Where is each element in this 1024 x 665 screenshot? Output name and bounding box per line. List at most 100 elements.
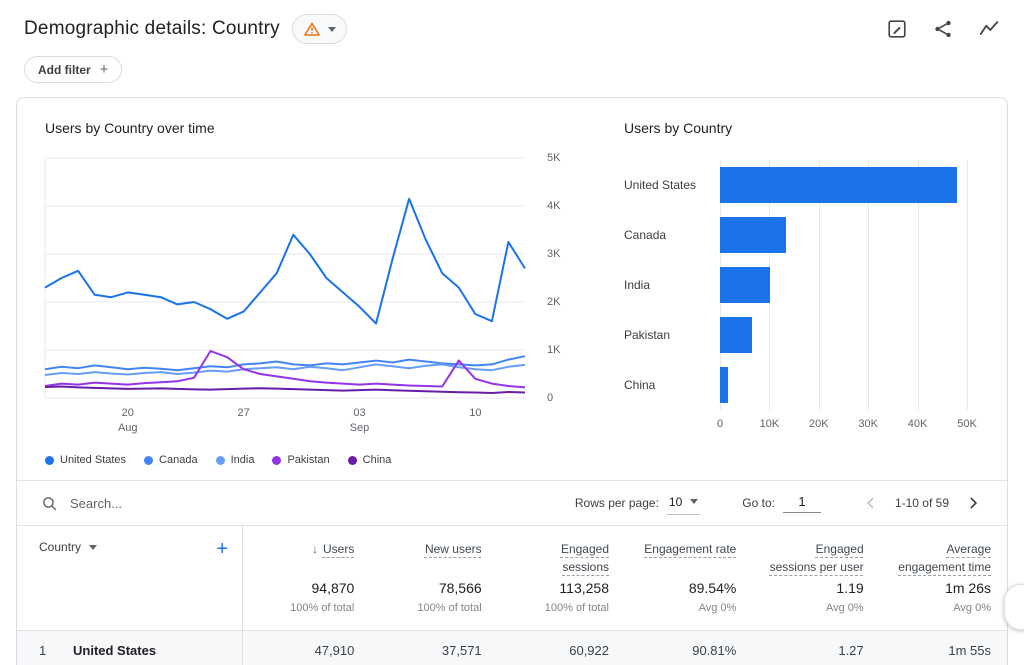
bar-china[interactable] <box>720 367 728 403</box>
add-filter-label: Add filter <box>38 63 91 77</box>
data-threshold-warning-button[interactable] <box>292 14 347 44</box>
bar-x-tick-label: 10K <box>760 418 780 430</box>
table-cell: 60,922 <box>498 643 625 658</box>
bar-pakistan[interactable] <box>720 317 752 353</box>
legend-label: Pakistan <box>287 454 329 466</box>
next-page-icon[interactable] <box>963 493 983 513</box>
search-input[interactable] <box>70 496 310 511</box>
report-header: Demographic details: Country <box>0 0 1024 44</box>
chevron-down-icon <box>690 499 698 504</box>
pagination-range: 1-10 of 59 <box>895 496 949 510</box>
add-secondary-dimension-button[interactable]: + <box>216 540 228 558</box>
y-axis-tick-label: 5K <box>547 152 560 164</box>
column-header-label: New users <box>425 542 482 556</box>
totals-subtext: 100% of total <box>386 602 481 614</box>
rows-per-page-select[interactable]: 10 <box>667 492 700 515</box>
chevron-down-icon <box>89 545 97 550</box>
report-card: Users by Country over time 5K4K3K2K1K0 2… <box>16 97 1008 665</box>
bar-category-label: Canada <box>624 228 720 242</box>
bar-x-tick-label: 40K <box>908 418 928 430</box>
search-icon <box>41 495 58 512</box>
line-chart-y-axis: 5K4K3K2K1K0 <box>533 158 577 398</box>
dimension-selector[interactable]: Country <box>39 540 97 554</box>
table-cell: 1.27 <box>752 643 879 658</box>
column-header-users[interactable]: ↓Users <box>243 526 370 576</box>
column-header-engaged-sessions[interactable]: Engaged sessions <box>498 526 625 576</box>
totals-value: 89.54% <box>641 580 736 596</box>
legend-dot-icon <box>272 456 281 465</box>
totals-cell: 78,566100% of total <box>370 576 497 630</box>
totals-subtext: Avg 0% <box>896 602 991 614</box>
table-totals-row: 94,870100% of total78,566100% of total11… <box>17 576 1007 630</box>
line-series-united-states <box>45 199 525 324</box>
x-axis-tick-label: 27 <box>237 406 249 421</box>
x-axis-tick-label: 20Aug <box>118 406 138 436</box>
bar-category-label: India <box>624 278 720 292</box>
line-chart-title: Users by Country over time <box>45 120 590 136</box>
goto-page-group: Go to: <box>742 494 821 513</box>
rows-per-page-label: Rows per page: <box>575 496 659 510</box>
bar-row-pakistan: Pakistan <box>624 313 981 357</box>
legend-dot-icon <box>216 456 225 465</box>
y-axis-tick-label: 0 <box>547 392 553 404</box>
previous-page-icon[interactable] <box>861 493 881 513</box>
bar-canada[interactable] <box>720 217 786 253</box>
bar-row-united-states: United States <box>624 163 981 207</box>
users-over-time-chart: Users by Country over time 5K4K3K2K1K0 2… <box>45 120 590 466</box>
row-index: 1 <box>39 643 73 658</box>
bar-track <box>720 317 967 353</box>
bar-track <box>720 267 967 303</box>
totals-subtext: 100% of total <box>514 602 609 614</box>
y-axis-tick-label: 3K <box>547 248 560 260</box>
page-title: Demographic details: Country <box>24 18 280 40</box>
table-cell: 37,571 <box>370 643 497 658</box>
bar-category-label: China <box>624 378 720 392</box>
bar-category-label: Pakistan <box>624 328 720 342</box>
column-header-new-users[interactable]: New users <box>370 526 497 576</box>
column-header-average-engagement-time[interactable]: Average engagement time <box>880 526 1007 576</box>
totals-cell: 89.54%Avg 0% <box>625 576 752 630</box>
line-chart-svg <box>45 158 525 398</box>
totals-subtext: Avg 0% <box>768 602 863 614</box>
column-header-label: Average engagement time <box>898 542 991 574</box>
y-axis-tick-label: 2K <box>547 296 560 308</box>
table-cell: 1m 55s <box>880 643 1007 658</box>
pagination: 1-10 of 59 <box>861 493 983 513</box>
insights-icon[interactable] <box>978 18 1000 40</box>
goto-label: Go to: <box>742 496 775 510</box>
bar-track <box>720 167 967 203</box>
legend-label: China <box>363 454 392 466</box>
search-box <box>41 495 575 512</box>
warning-triangle-icon <box>303 20 321 38</box>
column-header-engagement-rate[interactable]: Engagement rate <box>625 526 752 576</box>
scroll-indicator-handle[interactable] <box>1004 584 1024 630</box>
totals-cell: 1m 26sAvg 0% <box>880 576 1007 630</box>
bar-united-states[interactable] <box>720 167 957 203</box>
table-header-row: Country + ↓Users New users Engaged session… <box>17 526 1007 576</box>
bar-row-canada: Canada <box>624 213 981 257</box>
table-cell: 47,910 <box>243 643 370 658</box>
share-icon[interactable] <box>932 18 954 40</box>
line-chart-plot: 5K4K3K2K1K0 <box>45 158 577 398</box>
bar-chart-plot: United States Canada India Pakistan China <box>624 160 981 410</box>
bar-track <box>720 217 967 253</box>
goto-page-input[interactable] <box>783 494 821 513</box>
row-dimension-cell: 1United States <box>17 631 243 665</box>
bar-row-india: India <box>624 263 981 307</box>
totals-subtext: 100% of total <box>259 602 354 614</box>
add-filter-button[interactable]: Add filter + <box>24 56 122 83</box>
bar-x-tick-label: 0 <box>717 418 723 430</box>
legend-dot-icon <box>348 456 357 465</box>
column-header-engaged-sessions-per-user[interactable]: Engaged sessions per user <box>752 526 879 576</box>
bar-chart-rows: United States Canada India Pakistan China <box>624 160 981 410</box>
table-toolbar: Rows per page: 10 Go to: 1-10 of 59 <box>17 481 1007 525</box>
bar-india[interactable] <box>720 267 770 303</box>
bar-row-china: China <box>624 363 981 407</box>
line-series-china <box>45 387 525 394</box>
legend-item-pakistan: Pakistan <box>272 454 329 466</box>
legend-item-canada: Canada <box>144 454 198 466</box>
customize-report-icon[interactable] <box>886 18 908 40</box>
table-row-united-states[interactable]: 1United States47,91037,57160,92290.81%1.… <box>17 630 1007 665</box>
column-header-label: Engagement rate <box>644 542 736 556</box>
charts-section: Users by Country over time 5K4K3K2K1K0 2… <box>17 98 1007 466</box>
